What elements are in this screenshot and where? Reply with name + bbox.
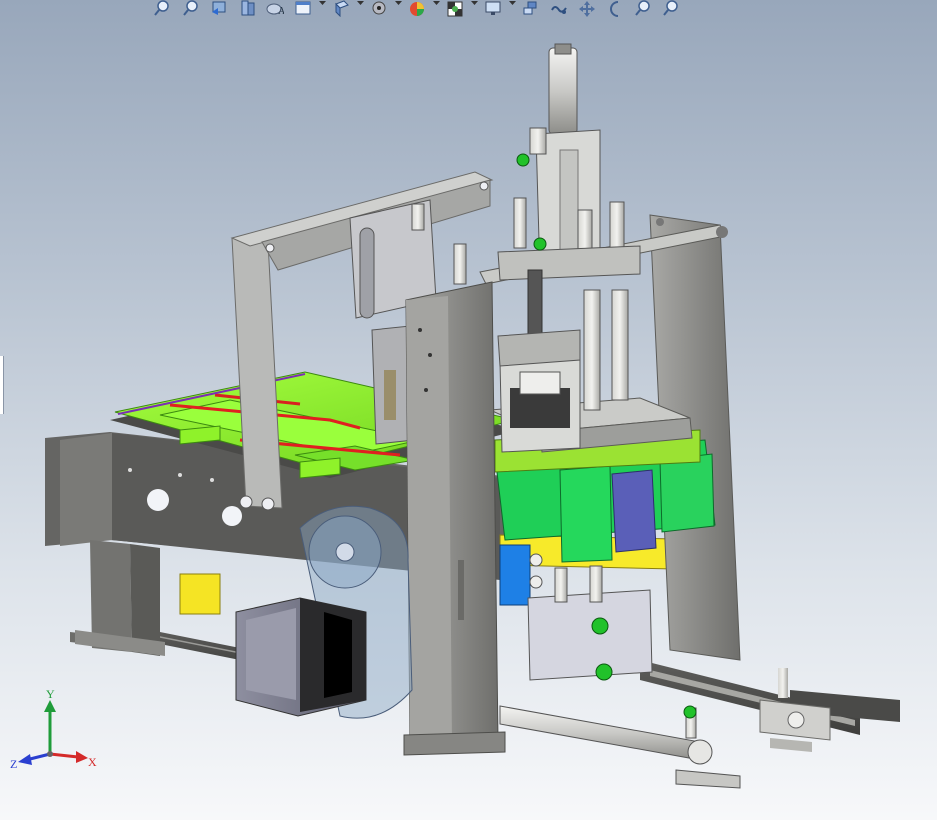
- graphics-viewport[interactable]: A Y X Z: [0, 0, 937, 820]
- y-axis-label: Y: [46, 690, 55, 701]
- coordinate-triad: Y X Z: [10, 690, 97, 771]
- gripper-block: [497, 329, 581, 453]
- left-legs: [75, 540, 165, 656]
- assembly-model-view[interactable]: [0, 0, 937, 820]
- stepper-motor: [235, 597, 367, 717]
- z-axis-label: Z: [10, 757, 17, 771]
- horizontal-cylinder: [499, 705, 741, 789]
- front-vertical-post: [403, 281, 506, 756]
- slide-cylinder: [527, 553, 653, 681]
- x-axis-label: X: [88, 755, 97, 769]
- x-axis-arrow: [49, 752, 79, 759]
